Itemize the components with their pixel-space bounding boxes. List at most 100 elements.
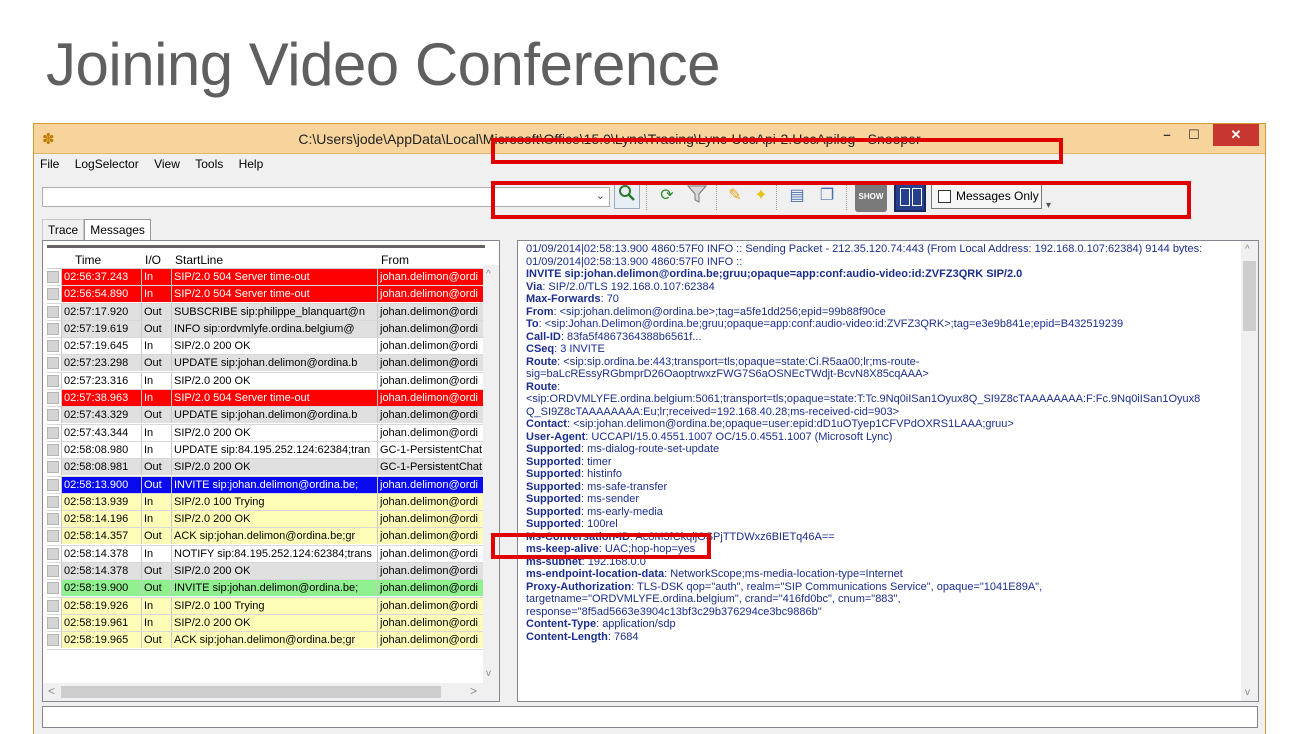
column-header-startline[interactable]: StartLine bbox=[175, 253, 223, 267]
menu-view[interactable]: View bbox=[148, 155, 186, 171]
detail-line: response="8f5ad5663e3904c13bf3c29b376294… bbox=[526, 606, 1244, 619]
row-selector[interactable] bbox=[47, 357, 59, 370]
scroll-up-icon[interactable]: ^ bbox=[486, 269, 491, 280]
menu-logselector[interactable]: LogSelector bbox=[69, 155, 145, 171]
detail-line: Route: bbox=[526, 381, 1244, 394]
table-row[interactable]: 02:58:14.378 In NOTIFY sip:84.195.252.124:… bbox=[47, 545, 489, 564]
table-row[interactable]: 02:58:19.900 Out INVITE sip:johan.delimon@… bbox=[47, 580, 489, 598]
grid-vertical-scrollbar[interactable]: ^ v bbox=[483, 265, 499, 683]
scrollbar-thumb[interactable] bbox=[61, 686, 441, 698]
table-row[interactable]: 02:57:43.329 Out UPDATE sip:johan.delimon@… bbox=[47, 407, 489, 425]
header-value: : <sip:sip.ordina.be:443;transport=tls;o… bbox=[557, 355, 920, 368]
cell-from: johan.delimon@ordi bbox=[377, 597, 489, 614]
table-row[interactable]: 02:57:17.920 Out SUBSCRIBE sip:philippe_bl… bbox=[47, 303, 489, 321]
header-name: Supported bbox=[526, 518, 581, 530]
cell-io: In bbox=[141, 614, 171, 631]
detail-line: Max-Forwards: 70 bbox=[526, 293, 1244, 306]
cell-io: In bbox=[141, 441, 171, 458]
table-row[interactable]: 02:57:23.298 Out UPDATE sip:johan.delimon@… bbox=[47, 355, 489, 373]
detail-line: Call-ID: 83fa5f4867364388b6561f... bbox=[526, 331, 1244, 344]
scroll-left-icon[interactable]: < bbox=[48, 684, 55, 698]
header-value: : <sip:Johan.Delimon@ordina.be;gruu;opaq… bbox=[538, 318, 1124, 330]
row-selector[interactable] bbox=[47, 565, 59, 578]
table-row[interactable]: 02:56:54.890 In SIP/2.0 504 Server time-ou… bbox=[47, 286, 489, 304]
scroll-up-icon[interactable]: ^ bbox=[1245, 244, 1250, 255]
table-row[interactable]: 02:58:13.939 In SIP/2.0 100 Trying johan.de… bbox=[47, 493, 489, 512]
table-row[interactable]: 02:58:14.378 Out SIP/2.0 200 OK johan.delim… bbox=[47, 563, 489, 581]
detail-line: 01/09/2014|02:58:13.900 4860:57F0 INFO :… bbox=[526, 256, 1244, 269]
row-selector[interactable] bbox=[47, 409, 59, 422]
row-selector[interactable] bbox=[47, 513, 59, 526]
scrollbar-thumb[interactable] bbox=[1243, 261, 1256, 331]
cell-io: In bbox=[141, 493, 171, 510]
cell-io: Out bbox=[141, 563, 171, 580]
cell-io: Out bbox=[141, 320, 171, 337]
row-selector[interactable] bbox=[47, 461, 59, 474]
row-selector[interactable] bbox=[47, 271, 59, 283]
table-row[interactable]: 02:58:08.981 Out SIP/2.0 200 OK GC-1-Persis… bbox=[47, 459, 489, 477]
row-selector[interactable] bbox=[47, 478, 59, 491]
header-name: Supported bbox=[526, 468, 581, 480]
scroll-down-icon[interactable]: v bbox=[1245, 687, 1250, 698]
column-header-io[interactable]: I/O bbox=[145, 253, 161, 267]
header-value: : 83fa5f4867364388b6561f... bbox=[560, 330, 702, 343]
maximize-button[interactable]: ☐ bbox=[1181, 124, 1207, 146]
row-selector[interactable] bbox=[47, 392, 59, 405]
row-selector[interactable] bbox=[47, 495, 59, 508]
detail-vertical-scrollbar[interactable]: ^ v bbox=[1241, 241, 1258, 701]
minimize-button[interactable]: – bbox=[1154, 124, 1180, 146]
header-name: Content-Type bbox=[526, 618, 597, 630]
table-row[interactable]: 02:57:23.316 In SIP/2.0 200 OK johan.delimo… bbox=[47, 372, 489, 391]
table-row[interactable]: 02:58:19.926 In SIP/2.0 100 Trying johan.de… bbox=[47, 597, 489, 615]
cell-from: johan.delimon@ordi bbox=[377, 614, 489, 631]
row-selector[interactable] bbox=[47, 288, 59, 301]
menu-help[interactable]: Help bbox=[233, 155, 270, 171]
column-header-time[interactable]: Time bbox=[75, 253, 101, 267]
menu-file[interactable]: File bbox=[34, 155, 65, 171]
table-row[interactable]: 02:58:19.961 In SIP/2.0 200 OK johan.delimo… bbox=[47, 614, 489, 633]
cell-time: 02:58:19.961 bbox=[61, 614, 141, 631]
table-row[interactable]: 02:58:14.196 In SIP/2.0 200 OK johan.delimo… bbox=[47, 511, 489, 529]
cell-io: In bbox=[141, 424, 171, 441]
table-row[interactable]: 02:57:43.344 In SIP/2.0 200 OK johan.delimo… bbox=[47, 424, 489, 442]
table-row[interactable]: 02:56:37.243 In SIP/2.0 504 Server time-ou… bbox=[47, 269, 489, 287]
table-row[interactable]: 02:57:38.963 In SIP/2.0 504 Server time-ou… bbox=[47, 390, 489, 408]
detail-line: sig=baLcREssyRGbmprD26OaoptrwxzFWG7S6aOS… bbox=[526, 368, 1244, 381]
grid-horizontal-scrollbar[interactable]: < > bbox=[43, 683, 499, 701]
cell-from: johan.delimon@ordi bbox=[377, 355, 489, 372]
column-header-from[interactable]: From bbox=[381, 253, 409, 267]
table-row[interactable]: 02:58:13.900 Out INVITE sip:johan.delimon@… bbox=[47, 476, 489, 494]
scroll-down-icon[interactable]: v bbox=[486, 668, 491, 679]
row-selector[interactable] bbox=[47, 616, 59, 629]
tab-messages[interactable]: Messages bbox=[84, 219, 151, 240]
grid-rows: 02:56:37.243 In SIP/2.0 504 Server time-ou… bbox=[47, 269, 489, 650]
tab-trace[interactable]: Trace bbox=[42, 219, 85, 240]
cell-from: johan.delimon@ordi bbox=[377, 407, 489, 424]
row-selector[interactable] bbox=[47, 374, 59, 387]
header-name: Supported bbox=[526, 505, 581, 518]
menu-tools[interactable]: Tools bbox=[189, 155, 229, 171]
close-button[interactable]: ✕ bbox=[1213, 124, 1259, 146]
table-row[interactable]: 02:58:08.980 In UPDATE sip:84.195.252.124:… bbox=[47, 441, 489, 460]
cell-startline: SIP/2.0 200 OK bbox=[171, 372, 377, 389]
row-selector[interactable] bbox=[47, 426, 59, 439]
row-selector[interactable] bbox=[47, 530, 59, 543]
table-row[interactable]: 02:58:14.357 Out ACK sip:johan.delimon@ord… bbox=[47, 528, 489, 546]
row-selector[interactable] bbox=[47, 582, 59, 595]
row-selector[interactable] bbox=[47, 634, 59, 647]
table-row[interactable]: 02:57:19.645 In SIP/2.0 200 OK johan.delimo… bbox=[47, 338, 489, 356]
row-selector[interactable] bbox=[47, 322, 59, 335]
row-selector[interactable] bbox=[47, 443, 59, 456]
row-selector[interactable] bbox=[47, 305, 59, 318]
header-name: INVITE sip:johan.delimon@ordina.be;gruu;… bbox=[526, 268, 1023, 280]
detail-line: Supported: ms-safe-transfer bbox=[526, 481, 1244, 494]
row-selector[interactable] bbox=[47, 547, 59, 560]
table-row[interactable]: 02:57:19.619 Out INFO sip:ordvmlyfe.ordina… bbox=[47, 320, 489, 339]
table-row[interactable]: 02:58:19.965 Out ACK sip:johan.delimon@ord… bbox=[47, 632, 489, 650]
row-selector[interactable] bbox=[47, 340, 59, 353]
detail-line: Supported: ms-early-media bbox=[526, 506, 1244, 519]
row-selector[interactable] bbox=[47, 599, 59, 612]
cell-from: johan.delimon@ordi bbox=[377, 338, 489, 355]
scroll-right-icon[interactable]: > bbox=[470, 684, 477, 698]
pane-splitter[interactable] bbox=[500, 240, 517, 702]
